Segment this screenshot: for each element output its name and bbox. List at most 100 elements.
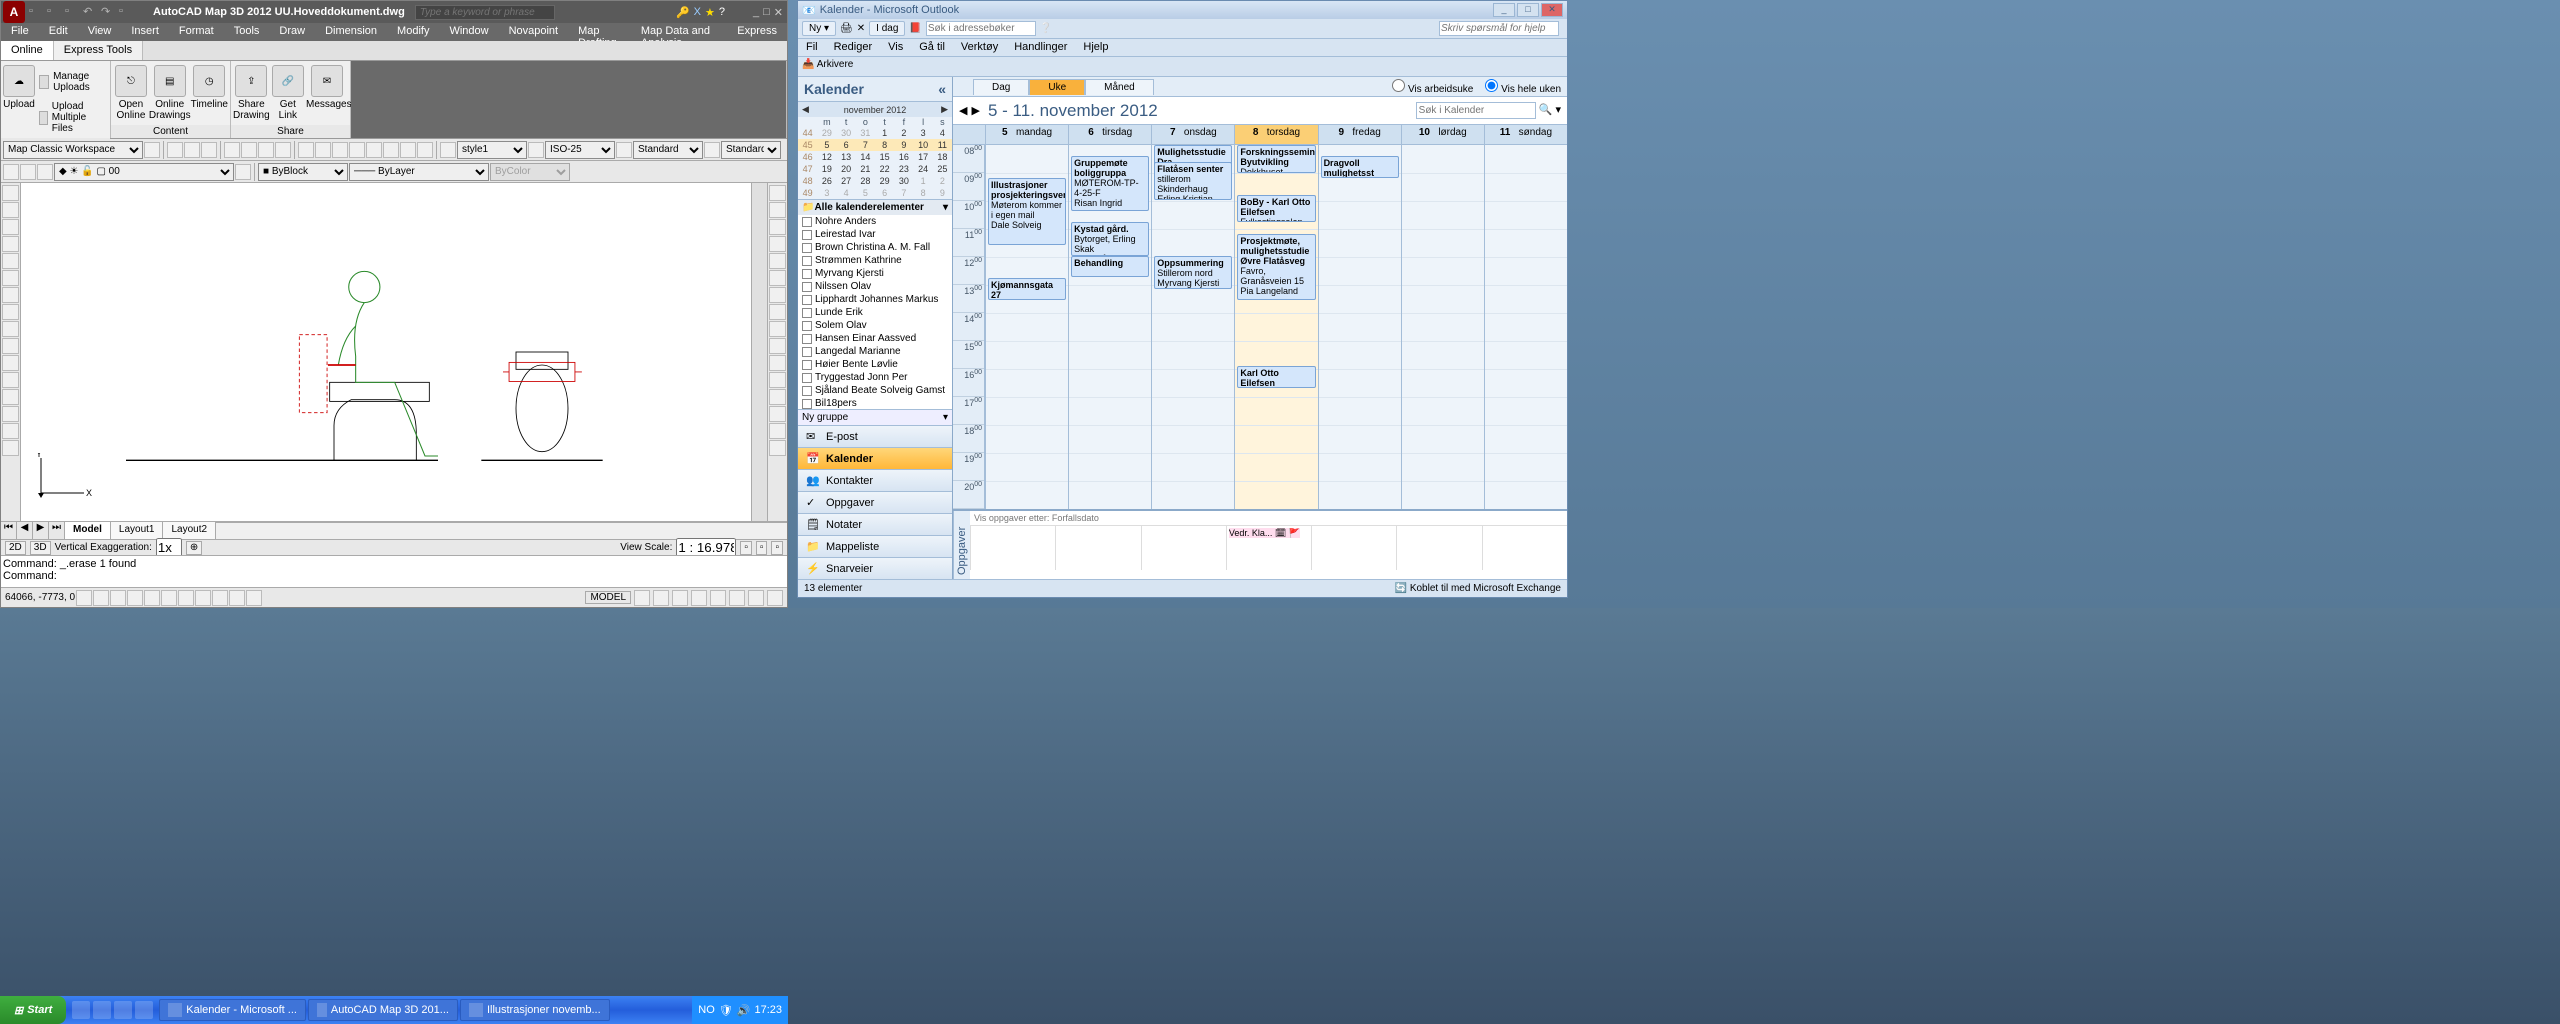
radio-hele-uken[interactable]: Vis hele uken xyxy=(1485,79,1561,95)
grid-toggle[interactable] xyxy=(93,590,109,606)
mini-cal-day[interactable]: 8 xyxy=(875,139,894,151)
arc-tool[interactable] xyxy=(2,219,19,235)
mini-cal-day[interactable]: 15 xyxy=(875,151,894,163)
day-header[interactable]: 7 onsdag xyxy=(1151,125,1234,144)
mini-cal-day[interactable]: 8 xyxy=(914,187,933,199)
text-tool[interactable] xyxy=(2,372,19,388)
sb-ic[interactable] xyxy=(767,590,783,606)
view-dag[interactable]: Dag xyxy=(973,79,1029,95)
mini-cal-day[interactable]: 9 xyxy=(894,139,913,151)
tb-ic[interactable] xyxy=(235,164,251,180)
calendar-item[interactable]: Strømmen Kathrine xyxy=(798,254,952,267)
mini-cal-day[interactable]: 3 xyxy=(914,127,933,139)
vs-ic[interactable]: ▫ xyxy=(771,541,783,555)
tb-ic[interactable] xyxy=(440,142,456,158)
mini-cal-day[interactable]: 29 xyxy=(875,175,894,187)
day-header[interactable]: 8 torsdag xyxy=(1234,125,1317,144)
radio-arbeidsuke[interactable]: Vis arbeidsuke xyxy=(1392,79,1473,95)
mini-cal-day[interactable]: 21 xyxy=(856,163,875,175)
tb-ic[interactable] xyxy=(3,164,19,180)
mini-cal-day[interactable]: 4 xyxy=(933,127,952,139)
checkbox-icon[interactable] xyxy=(802,373,812,383)
model-label[interactable]: MODEL xyxy=(585,591,631,604)
view-maned[interactable]: Måned xyxy=(1085,79,1154,95)
tb-ic[interactable] xyxy=(616,142,632,158)
delete-icon[interactable]: ✕ xyxy=(857,23,865,34)
arkiver-label[interactable]: Arkivere xyxy=(817,59,854,70)
menu-map-drafting[interactable]: Map Drafting xyxy=(568,23,631,41)
mini-calendar[interactable]: ◀november 2012▶ mtotfls44293031123445567… xyxy=(798,102,952,199)
checkbox-icon[interactable] xyxy=(802,399,812,409)
tb-ic[interactable] xyxy=(383,142,399,158)
mini-cal-day[interactable]: 6 xyxy=(837,139,856,151)
block-tool[interactable] xyxy=(2,338,19,354)
cal-list-header[interactable]: 📁 Alle kalenderelementer▾ xyxy=(798,200,952,215)
help-icon[interactable]: ❔ xyxy=(1040,23,1052,34)
mini-cal-day[interactable]: 27 xyxy=(837,175,856,187)
explode-tool[interactable] xyxy=(769,440,786,456)
ribbon-tab-online[interactable]: Online xyxy=(1,41,54,60)
mini-cal-day[interactable]: 20 xyxy=(837,163,856,175)
array-tool[interactable] xyxy=(769,253,786,269)
checkbox-icon[interactable] xyxy=(802,217,812,227)
break-tool[interactable] xyxy=(769,372,786,388)
day-column[interactable] xyxy=(1401,145,1484,509)
scale-tool[interactable] xyxy=(769,304,786,320)
mini-cal-day[interactable]: 25 xyxy=(933,163,952,175)
print-icon[interactable]: 🖨 xyxy=(840,23,853,34)
tb-ic[interactable] xyxy=(241,142,257,158)
start-button[interactable]: ⊞Start xyxy=(0,996,66,1024)
open-icon[interactable]: ▫ xyxy=(47,5,61,19)
menu-format[interactable]: Format xyxy=(169,23,224,41)
lang-indicator[interactable]: NO xyxy=(698,1004,715,1016)
mini-cal-day[interactable]: 2 xyxy=(894,127,913,139)
layer-combo[interactable]: ◆ ☀ 🔓 ▢ 00 xyxy=(54,163,234,181)
appointment[interactable]: OppsummeringStillerom nordMyrvang Kjerst… xyxy=(1154,256,1232,289)
address-search[interactable] xyxy=(926,21,1036,36)
mini-cal-day[interactable]: 23 xyxy=(894,163,913,175)
stretch-tool[interactable] xyxy=(769,321,786,337)
command-line[interactable]: Command: _.erase 1 found Command: xyxy=(1,555,787,587)
checkbox-icon[interactable] xyxy=(802,334,812,344)
menu-map-data-and-analysis[interactable]: Map Data and Analysis xyxy=(631,23,727,41)
revision-tool[interactable] xyxy=(2,440,19,456)
tb-ic[interactable] xyxy=(400,142,416,158)
mini-cal-day[interactable]: 11 xyxy=(933,139,952,151)
tb-ic[interactable] xyxy=(144,142,160,158)
close-button[interactable]: ✕ xyxy=(774,6,783,19)
calendar-item[interactable]: Solem Olav xyxy=(798,319,952,332)
hatch-tool[interactable] xyxy=(2,304,19,320)
pline-tool[interactable] xyxy=(2,202,19,218)
menu-handlinger[interactable]: Handlinger xyxy=(1006,39,1075,56)
calendar-item[interactable]: Myrvang Kjersti xyxy=(798,267,952,280)
tab-nav-first[interactable]: ⏮ xyxy=(1,522,17,539)
calendar-item[interactable]: Lunde Erik xyxy=(798,306,952,319)
mini-cal-day[interactable]: 28 xyxy=(856,175,875,187)
point-tool[interactable] xyxy=(2,321,19,337)
tbl-combo[interactable]: Standard xyxy=(633,141,703,159)
mini-cal-day[interactable]: 31 xyxy=(856,127,875,139)
appointment[interactable]: Illustrasjoner prosjekteringsverkteMøter… xyxy=(988,178,1066,244)
lweight-combo[interactable]: ByColor xyxy=(490,163,570,181)
checkbox-icon[interactable] xyxy=(802,230,812,240)
view-uke[interactable]: Uke xyxy=(1029,79,1085,95)
menu-window[interactable]: Window xyxy=(439,23,498,41)
day-column[interactable] xyxy=(1484,145,1567,509)
nav-fwd-icon[interactable]: ▶ xyxy=(971,104,979,117)
prev-month-icon[interactable]: ◀ xyxy=(802,104,809,115)
undo-icon[interactable]: ↶ xyxy=(83,5,97,19)
sb-ic[interactable] xyxy=(672,590,688,606)
mirror-tool[interactable] xyxy=(769,219,786,235)
star-icon[interactable]: ★ xyxy=(705,6,715,19)
appointment[interactable]: Kystad gård.Bytorget, Erling SkakKavli P… xyxy=(1071,222,1149,255)
calendar-item[interactable]: Høier Bente Løvlie xyxy=(798,358,952,371)
appointment[interactable]: Forskningsseminar ByutviklingDokkhuset xyxy=(1237,145,1315,173)
mini-cal-day[interactable]: 26 xyxy=(817,175,836,187)
menu-draw[interactable]: Draw xyxy=(269,23,315,41)
tab-layout2[interactable]: Layout2 xyxy=(163,522,216,539)
vertical-scrollbar[interactable] xyxy=(751,183,767,521)
qp-toggle[interactable] xyxy=(229,590,245,606)
calendar-item[interactable]: Nilssen Olav xyxy=(798,280,952,293)
tb-ic[interactable] xyxy=(315,142,331,158)
mini-cal-day[interactable]: 14 xyxy=(856,151,875,163)
